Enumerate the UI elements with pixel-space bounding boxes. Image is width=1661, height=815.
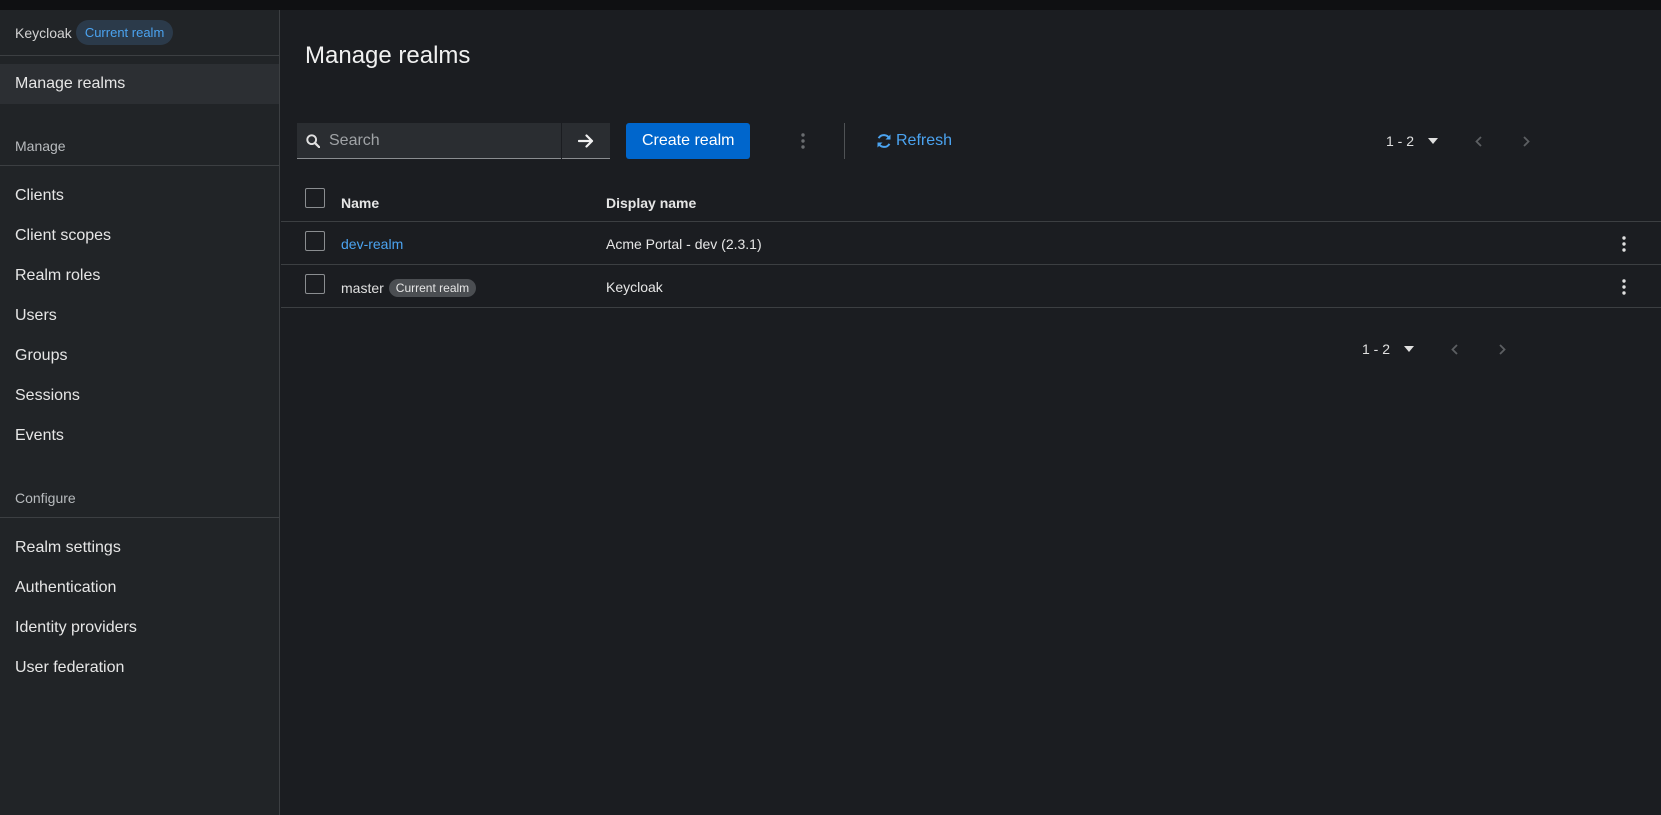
sidebar-item-users[interactable]: Users	[0, 296, 279, 336]
sidebar-item-manage-realms[interactable]: Manage realms	[0, 64, 279, 104]
pagination-range: 1 - 2	[1362, 341, 1391, 357]
display-name-cell: Acme Portal - dev (2.3.1)	[606, 236, 762, 252]
display-name-cell: Keycloak	[606, 279, 663, 295]
sidebar-item-sessions[interactable]: Sessions	[0, 376, 279, 416]
table-toolbar: Create realm Refresh 1 - 2	[281, 113, 1661, 165]
table-row: dev-realm Acme Portal - dev (2.3.1)	[281, 222, 1661, 265]
next-page-button[interactable]	[1482, 331, 1522, 367]
sidebar-item-client-scopes[interactable]: Client scopes	[0, 216, 279, 256]
page-title: Manage realms	[305, 42, 471, 69]
masthead-strip	[0, 0, 1661, 10]
realm-name-cell: master Current realm	[341, 279, 477, 297]
realm-name-cell: dev-realm	[341, 236, 403, 252]
search-box	[297, 123, 561, 159]
table-row: master Current realm Keycloak	[281, 265, 1661, 308]
realms-table: Name Display name dev-realm Acme Portal …	[281, 175, 1661, 308]
chevron-left-icon	[1474, 135, 1482, 147]
select-all-checkbox[interactable]	[305, 188, 325, 208]
realm-name-text: master	[341, 280, 384, 296]
row-actions-button[interactable]	[1612, 275, 1636, 299]
realm-name: Keycloak	[15, 24, 72, 41]
sidebar-section-manage: Manage	[0, 126, 279, 166]
previous-page-button[interactable]	[1434, 331, 1474, 367]
kebab-icon	[1622, 279, 1626, 295]
refresh-label: Refresh	[896, 132, 953, 149]
toolbar-kebab-button[interactable]	[791, 123, 815, 159]
next-page-button[interactable]	[1506, 123, 1546, 159]
caret-down-icon	[1428, 138, 1439, 144]
row-checkbox[interactable]	[305, 274, 325, 294]
pagination-bottom: 1 - 2	[1362, 331, 1522, 367]
pagination-top: 1 - 2	[1386, 123, 1546, 159]
sidebar-item-realm-roles[interactable]: Realm roles	[0, 256, 279, 296]
per-page-toggle[interactable]: 1 - 2	[1386, 133, 1439, 149]
sidebar-item-authentication[interactable]: Authentication	[0, 568, 279, 608]
per-page-toggle[interactable]: 1 - 2	[1362, 341, 1415, 357]
sidebar-item-groups[interactable]: Groups	[0, 336, 279, 376]
toolbar-divider	[844, 123, 845, 159]
search-input[interactable]	[329, 131, 549, 150]
create-realm-button[interactable]: Create realm	[626, 123, 751, 159]
row-actions-button[interactable]	[1612, 232, 1636, 256]
previous-page-button[interactable]	[1458, 123, 1498, 159]
realm-selector[interactable]: Keycloak Current realm	[0, 10, 279, 56]
search-icon	[297, 133, 329, 148]
pagination-range: 1 - 2	[1386, 133, 1415, 149]
column-header-name[interactable]: Name	[341, 195, 379, 211]
sync-icon	[877, 134, 891, 148]
sidebar-item-realm-settings[interactable]: Realm settings	[0, 528, 279, 568]
table-header: Name Display name	[281, 175, 1661, 222]
sidebar-item-events[interactable]: Events	[0, 416, 279, 456]
chevron-left-icon	[1450, 343, 1458, 355]
row-checkbox[interactable]	[305, 231, 325, 251]
kebab-icon	[801, 133, 805, 149]
arrow-right-icon	[578, 133, 594, 148]
sidebar: Keycloak Current realm Manage realms Man…	[0, 10, 280, 815]
chevron-right-icon	[1522, 135, 1530, 147]
realm-link[interactable]: dev-realm	[341, 236, 403, 252]
sidebar-item-identity-providers[interactable]: Identity providers	[0, 608, 279, 648]
search-submit-button[interactable]	[562, 123, 610, 159]
chevron-right-icon	[1498, 343, 1506, 355]
refresh-button[interactable]: Refresh	[876, 123, 952, 159]
current-realm-badge: Current realm	[388, 279, 477, 297]
column-header-display-name[interactable]: Display name	[606, 195, 696, 211]
caret-down-icon	[1404, 346, 1415, 352]
sidebar-item-user-federation[interactable]: User federation	[0, 648, 279, 688]
main-content: Manage realms Create realm Refresh	[281, 10, 1661, 815]
sidebar-section-configure: Configure	[0, 478, 279, 518]
kebab-icon	[1622, 236, 1626, 252]
sidebar-item-clients[interactable]: Clients	[0, 176, 279, 216]
current-realm-badge: Current realm	[75, 20, 174, 45]
